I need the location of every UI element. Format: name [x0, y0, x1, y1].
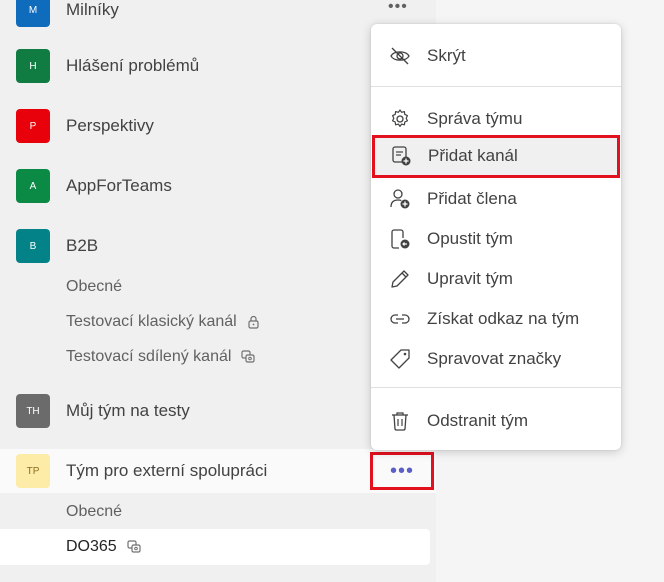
menu-item-leave-team[interactable]: Opustit tým	[371, 218, 621, 258]
gear-icon	[389, 108, 411, 130]
team-name: Tým pro externí spolupráci	[66, 461, 268, 480]
menu-item-label: Spravovat značky	[427, 349, 562, 368]
team-context-menu: Skrýt Správa týmu Přidat kanál Přidat čl…	[371, 24, 621, 450]
menu-divider	[371, 387, 621, 388]
channel-item[interactable]: Obecné	[0, 270, 430, 306]
channel-item-selected[interactable]: DO365	[0, 529, 430, 565]
team-avatar: P	[16, 109, 50, 143]
menu-item-label: Odstranit tým	[427, 411, 529, 430]
menu-item-manage-team[interactable]: Správa týmu	[371, 98, 621, 138]
more-options-button[interactable]: •••	[370, 452, 434, 490]
team-avatar: TP	[16, 454, 50, 488]
channel-item[interactable]: Testovací klasický kanál	[0, 305, 430, 341]
shared-channel-icon	[241, 350, 256, 364]
hide-icon	[389, 45, 411, 67]
trash-icon	[389, 410, 411, 432]
leave-team-icon	[389, 228, 411, 250]
team-avatar: B	[16, 229, 50, 263]
channel-name: Testovací sdílený kanál	[66, 348, 232, 365]
pencil-icon	[389, 268, 411, 290]
menu-item-hide[interactable]: Skrýt	[371, 35, 621, 75]
team-name: Hlášení problémů	[66, 56, 200, 75]
menu-divider	[371, 86, 621, 87]
team-avatar: A	[16, 169, 50, 203]
team-name: AppForTeams	[66, 176, 172, 195]
menu-item-edit-team[interactable]: Upravit tým	[371, 258, 621, 298]
team-name: Milníky	[66, 0, 119, 19]
channel-item[interactable]: Obecné	[0, 494, 430, 530]
shared-channel-icon	[127, 540, 142, 554]
menu-item-label: Přidat kanál	[428, 146, 518, 165]
team-avatar: H	[16, 49, 50, 83]
team-name: Můj tým na testy	[66, 401, 190, 420]
tag-icon	[389, 348, 411, 370]
menu-item-delete-team[interactable]: Odstranit tým	[371, 400, 621, 440]
team-name: Perspektivy	[66, 116, 154, 135]
add-member-icon	[389, 188, 411, 210]
menu-item-label: Opustit tým	[427, 229, 513, 248]
menu-item-add-channel[interactable]: Přidat kanál	[372, 135, 620, 178]
menu-item-label: Správa týmu	[427, 109, 523, 128]
channel-label: Obecné	[66, 278, 123, 295]
menu-item-label: Skrýt	[427, 46, 466, 65]
menu-item-get-link[interactable]: Získat odkaz na tým	[371, 298, 621, 338]
channel-label: DO365	[66, 538, 142, 556]
channel-label: Obecné	[66, 503, 123, 520]
add-channel-icon	[390, 145, 412, 167]
link-icon	[389, 308, 411, 330]
channel-label: Testovací klasický kanál	[66, 313, 260, 331]
menu-item-add-member[interactable]: Přidat člena	[371, 178, 621, 218]
team-avatar: M	[16, 0, 50, 27]
menu-item-manage-tags[interactable]: Spravovat značky	[371, 338, 621, 378]
menu-item-label: Přidat člena	[427, 189, 517, 208]
channel-name: DO365	[66, 538, 117, 555]
more-options-button[interactable]: •••	[388, 0, 408, 16]
menu-item-label: Upravit tým	[427, 269, 513, 288]
team-name: B2B	[66, 236, 99, 255]
channel-label: Testovací sdílený kanál	[66, 348, 256, 366]
menu-item-label: Získat odkaz na tým	[427, 309, 580, 328]
channel-item[interactable]: Testovací sdílený kanál	[0, 340, 430, 376]
lock-icon	[247, 315, 260, 329]
channel-name: Testovací klasický kanál	[66, 313, 237, 330]
team-avatar: TH	[16, 394, 50, 428]
